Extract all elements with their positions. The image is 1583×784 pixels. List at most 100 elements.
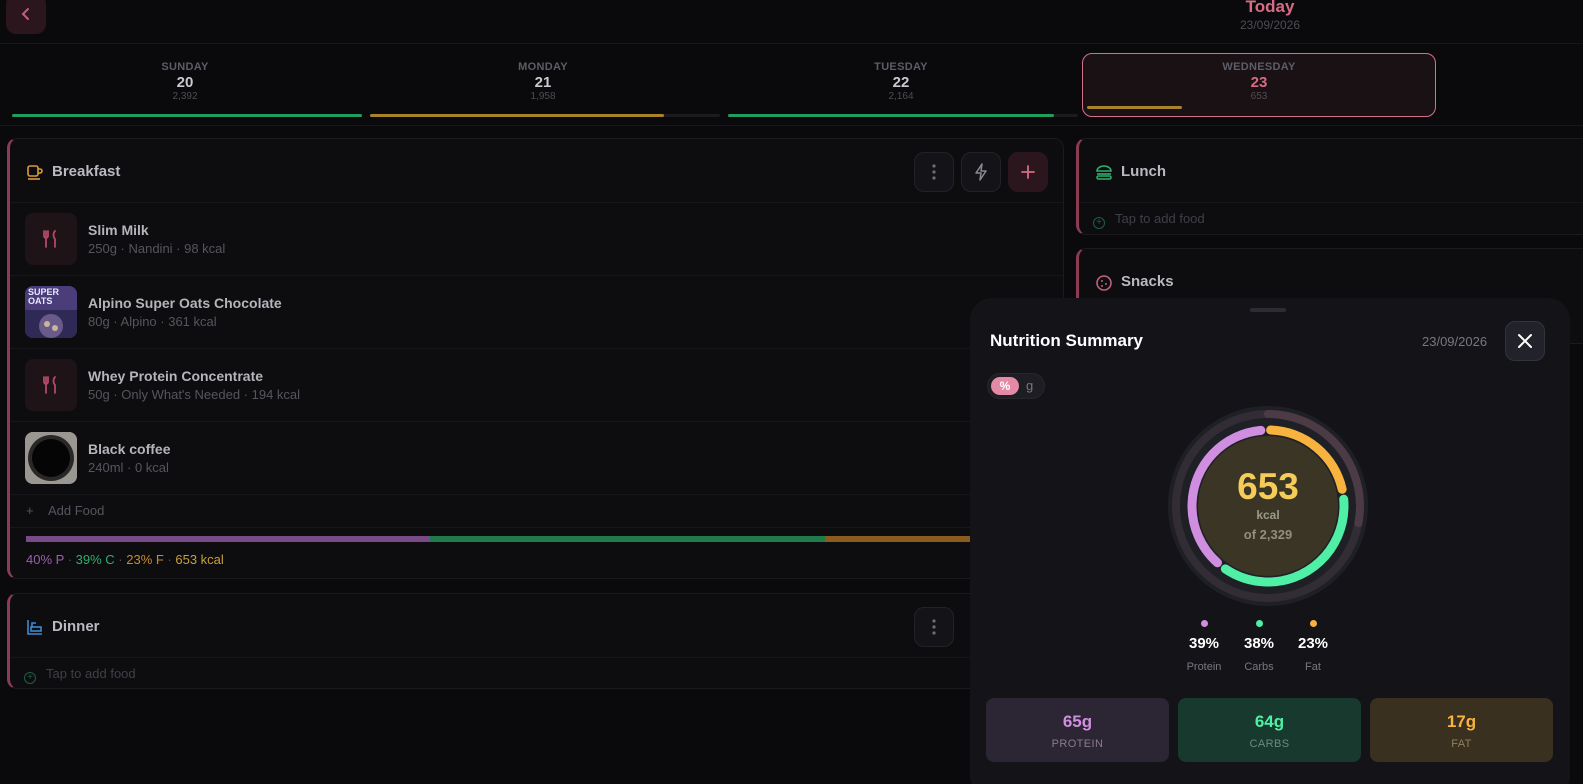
toggle-percent[interactable]: % <box>991 377 1019 395</box>
food-thumbnail <box>25 359 77 411</box>
day-number: 21 <box>534 74 552 91</box>
day-number: 22 <box>892 74 910 91</box>
legend-protein: 39% Protein <box>1174 620 1234 673</box>
toggle-grams[interactable]: g <box>1026 378 1033 393</box>
add-food-link[interactable]: + Add Food <box>26 503 104 518</box>
tile-value: 65g <box>1062 712 1093 731</box>
cookie-icon <box>1096 275 1112 291</box>
legend-name: Protein <box>1186 661 1222 673</box>
day-kcal: 2,392 <box>172 91 198 102</box>
lunch-card: Lunch + Tap to add food <box>1076 138 1583 235</box>
drag-handle[interactable] <box>1250 308 1286 312</box>
day-number: 23 <box>1250 74 1268 91</box>
tile-label: CARBS <box>1249 738 1290 750</box>
day-name: MONDAY <box>518 61 568 73</box>
day-progress-fill <box>370 114 664 117</box>
food-item-oats[interactable]: SUPER OATS Alpino Super Oats Chocolate 8… <box>10 276 1063 349</box>
more-vertical-icon <box>932 164 936 180</box>
plus-circle-icon: + <box>24 672 36 684</box>
legend-carbs: 38% Carbs <box>1229 620 1289 673</box>
day-progress-fill <box>728 114 1054 117</box>
coffee-cup-icon <box>27 165 43 180</box>
breakfast-title: Breakfast <box>52 163 121 180</box>
legend-dot <box>1200 620 1208 627</box>
utensils-icon <box>43 376 56 394</box>
close-button[interactable] <box>1505 321 1545 361</box>
legend-dot <box>1255 620 1263 627</box>
day-sunday[interactable]: SUNDAY 20 2,392 <box>8 54 362 117</box>
day-name: WEDNESDAY <box>1222 61 1296 73</box>
day-selector: SUNDAY 20 2,392 MONDAY 21 1,958 TUESDAY … <box>0 46 1583 126</box>
tile-label: FAT <box>1451 738 1472 750</box>
tap-label: Tap to add food <box>46 666 136 681</box>
chevron-left-icon <box>21 8 29 20</box>
add-food-label: Add Food <box>48 503 105 518</box>
dinner-card: Dinner + Tap to add food <box>7 593 1064 689</box>
legend-dot <box>1309 620 1317 627</box>
macro-summary-text: 40% P · 39% C · 23% F · 653 kcal <box>26 552 224 567</box>
separator: · <box>64 552 76 567</box>
day-kcal: 1,958 <box>530 91 556 102</box>
tile-value: 64g <box>1254 712 1285 731</box>
food-photo <box>25 432 77 484</box>
plus-circle-icon: + <box>1093 217 1105 229</box>
macro-bar-protein <box>26 536 431 542</box>
food-item-black-coffee[interactable]: Black coffee 240ml · 0 kcal <box>10 422 1063 495</box>
food-meta: 80g · Alpino · 361 kcal <box>88 314 217 329</box>
legend-name: Carbs <box>1244 661 1274 673</box>
day-wednesday[interactable]: WEDNESDAY 23 653 <box>1082 53 1436 117</box>
protein-tile: 65g PROTEIN <box>986 698 1169 762</box>
burger-icon <box>1096 165 1112 180</box>
day-progress-fill <box>1087 106 1183 109</box>
more-vertical-icon <box>932 619 936 635</box>
day-number: 20 <box>176 74 194 91</box>
unit-toggle[interactable]: % g <box>987 373 1045 399</box>
food-meta: 240ml · 0 kcal <box>88 460 169 475</box>
macro-split-bar <box>26 536 1057 542</box>
add-food-button[interactable] <box>1008 152 1048 192</box>
legend-name: Fat <box>1305 661 1321 673</box>
legend-pct: 23% <box>1297 635 1329 652</box>
page-date: 23/09/2026 <box>1239 18 1301 32</box>
food-item-whey[interactable]: Whey Protein Concentrate 50g · Only What… <box>10 349 1063 422</box>
macro-carbs-pct: 39% C <box>75 552 115 567</box>
food-name: Slim Milk <box>88 222 149 238</box>
lunch-title: Lunch <box>1121 163 1166 180</box>
snacks-title: Snacks <box>1121 273 1174 290</box>
lunch-header: Lunch <box>1079 139 1583 203</box>
food-name: Black coffee <box>88 441 171 457</box>
divider <box>10 527 1063 528</box>
day-progress-bar <box>1087 106 1427 109</box>
dinner-menu-button[interactable] <box>914 607 954 647</box>
dinner-header: Dinner <box>10 594 1063 658</box>
dinner-title: Dinner <box>52 618 100 635</box>
day-kcal: 2,164 <box>888 91 914 102</box>
plus-icon: + <box>26 503 34 518</box>
kcal-goal: of 2,329 <box>1243 527 1293 542</box>
coffee-cup-photo <box>25 432 77 484</box>
breakfast-menu-button[interactable] <box>914 152 954 192</box>
breakfast-card: Breakfast Slim Milk 250g · Nandini · 98 … <box>7 138 1064 579</box>
nutrition-summary-sheet: Nutrition Summary 23/09/2026 % g 653 kca… <box>970 298 1570 784</box>
day-tuesday[interactable]: TUESDAY 22 2,164 <box>724 54 1078 117</box>
tap-label: Tap to add food <box>1115 211 1205 226</box>
tile-value: 17g <box>1446 712 1477 731</box>
macro-protein-pct: 40% P <box>26 552 65 567</box>
food-meta: 250g · Nandini · 98 kcal <box>88 241 226 256</box>
food-photo: SUPER OATS <box>25 286 77 338</box>
food-meta: 50g · Only What's Needed · 194 kcal <box>88 387 301 402</box>
day-monday[interactable]: MONDAY 21 1,958 <box>366 54 720 117</box>
breakfast-header: Breakfast <box>10 139 1063 203</box>
plus-icon <box>1021 165 1035 179</box>
dinner-tap-to-add[interactable]: + Tap to add food <box>24 666 136 684</box>
legend-fat: 23% Fat <box>1283 620 1343 673</box>
quick-add-button[interactable] <box>961 152 1001 192</box>
day-name: TUESDAY <box>874 61 928 73</box>
back-button[interactable] <box>6 0 46 34</box>
lightning-icon <box>975 163 987 181</box>
lunch-tap-to-add[interactable]: + Tap to add food <box>1093 211 1205 229</box>
food-item-slim-milk[interactable]: Slim Milk 250g · Nandini · 98 kcal <box>10 203 1063 276</box>
day-progress-bar <box>12 114 362 117</box>
tile-label: PROTEIN <box>1051 738 1104 750</box>
macro-fat-pct: 23% F <box>126 552 164 567</box>
